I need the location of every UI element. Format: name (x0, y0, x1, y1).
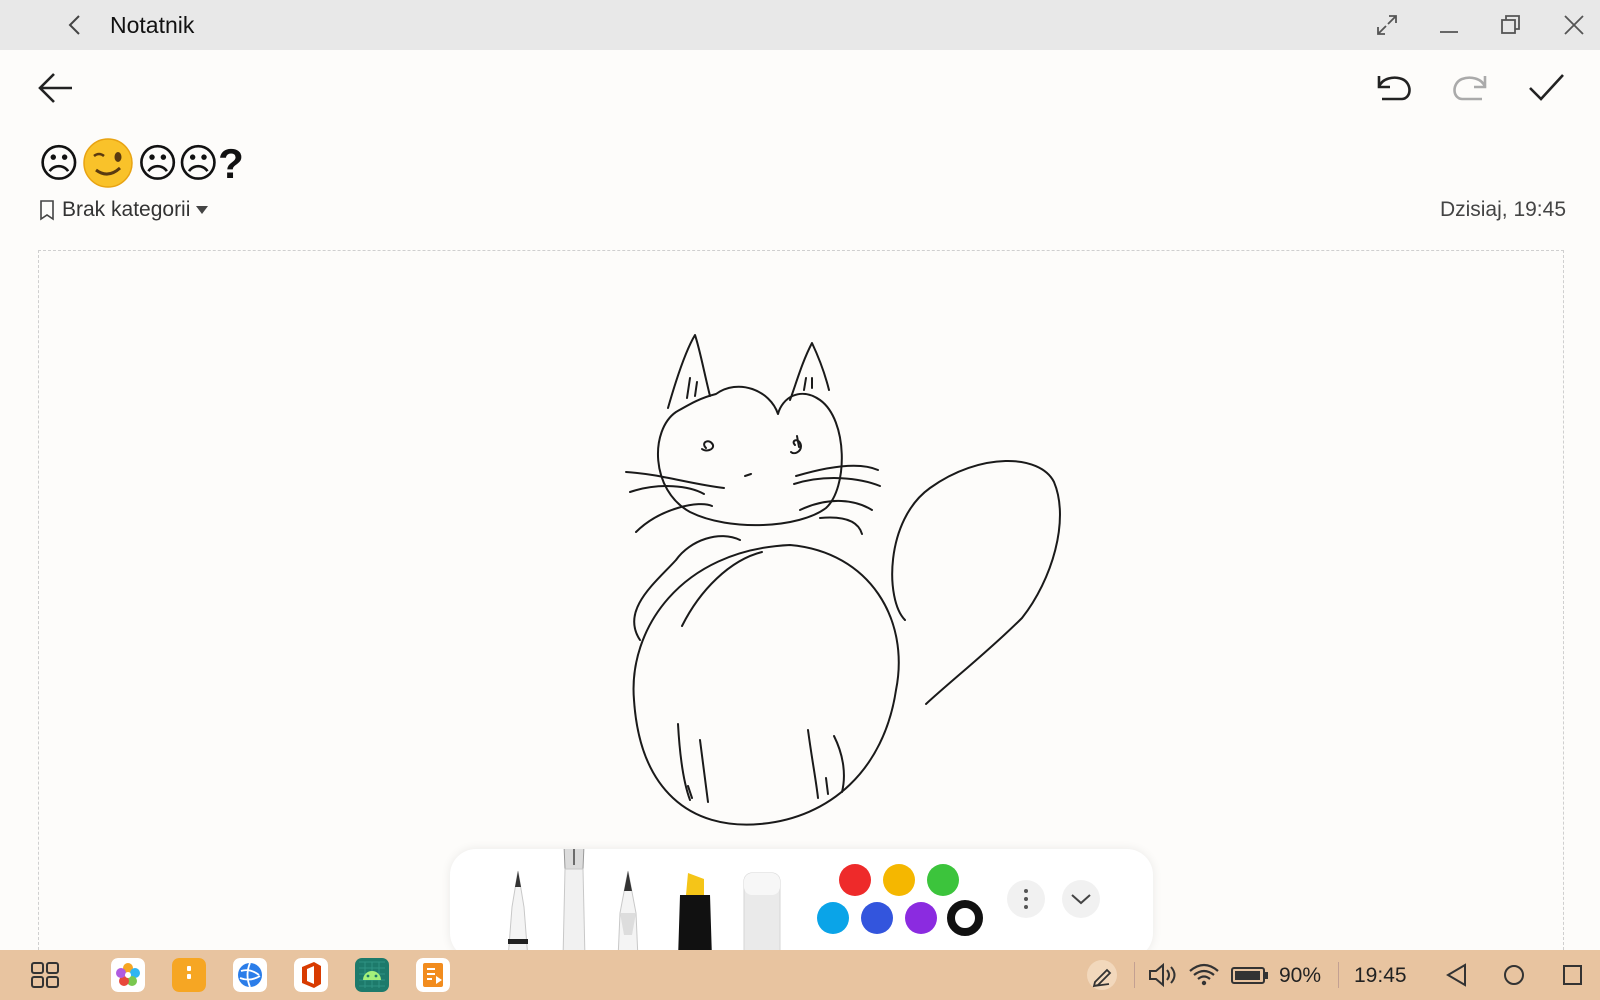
system-taskbar: 90% 19:45 (0, 950, 1600, 1000)
title-frown-2: ☹ (136, 141, 179, 187)
fullscreen-icon[interactable] (1373, 11, 1401, 39)
color-swatch-cyan[interactable] (817, 902, 849, 934)
wifi-icon[interactable] (1187, 958, 1221, 992)
office-app-icon[interactable] (294, 958, 328, 992)
tray-divider (1134, 962, 1135, 988)
minimize-icon[interactable] (1435, 11, 1463, 39)
taskbar-clock[interactable]: 19:45 (1354, 964, 1407, 988)
stylus-icon[interactable] (1085, 958, 1119, 992)
vertical-dots-icon (1024, 889, 1028, 909)
more-options-button[interactable] (1007, 880, 1045, 918)
gallery-app-icon[interactable] (111, 958, 145, 992)
nav-recents-icon[interactable] (1555, 958, 1589, 992)
browser-app-icon[interactable] (233, 958, 267, 992)
note-date: Dzisiaj, 19:45 (1439, 198, 1566, 221)
nav-home-icon[interactable] (1497, 958, 1531, 992)
bookmark-icon (40, 200, 54, 221)
files-app-icon[interactable] (172, 958, 206, 992)
presentation-app-icon[interactable] (416, 958, 450, 992)
title-frown-3: ☹ (177, 141, 219, 187)
restore-window-icon[interactable] (1497, 11, 1525, 39)
title-question-mark: ? (218, 140, 244, 187)
fountain-pen-tool[interactable] (554, 849, 594, 959)
color-swatch-red[interactable] (839, 864, 871, 896)
window-titlebar: Notatnik (0, 0, 1600, 50)
undo-icon[interactable] (1374, 68, 1414, 108)
battery-icon (1231, 967, 1268, 984)
color-swatch-blue[interactable] (861, 902, 893, 934)
category-label: Brak kategorii (62, 198, 191, 221)
pencil-tool[interactable] (610, 869, 646, 959)
close-icon[interactable] (1560, 11, 1588, 39)
color-swatch-black-selected[interactable] (947, 900, 983, 936)
tray-divider (1338, 962, 1339, 988)
app-grid-icon[interactable] (28, 958, 62, 992)
winking-face-emoji (80, 138, 136, 188)
title-frown-1: ☹ (38, 141, 80, 187)
battery-percentage: 90% (1279, 964, 1322, 987)
highlighter-tool[interactable] (672, 869, 718, 959)
chevron-down-icon (1071, 894, 1091, 905)
color-swatch-orange[interactable] (883, 864, 915, 896)
redo-icon[interactable] (1450, 68, 1490, 108)
winking-face-icon (82, 138, 133, 188)
pen-toolbar (450, 849, 1153, 959)
android-app-icon[interactable] (355, 958, 389, 992)
collapse-toolbar-button[interactable] (1062, 880, 1100, 918)
ballpoint-pen-tool[interactable] (498, 867, 538, 959)
color-swatch-green[interactable] (927, 864, 959, 896)
save-checkmark-icon[interactable] (1526, 68, 1566, 108)
nav-back-icon[interactable] (1440, 958, 1474, 992)
eraser-tool[interactable] (740, 871, 784, 959)
drawing-canvas[interactable] (38, 250, 1564, 950)
chevron-left-icon[interactable] (62, 12, 88, 38)
note-title[interactable]: ☹ ☹☹? (38, 138, 244, 190)
volume-icon[interactable] (1145, 958, 1179, 992)
color-swatch-purple[interactable] (905, 902, 937, 934)
category-selector[interactable]: Brak kategorii (38, 197, 209, 223)
back-arrow-icon[interactable] (36, 68, 76, 108)
window-title: Notatnik (110, 12, 195, 38)
caret-down-icon (196, 206, 209, 214)
